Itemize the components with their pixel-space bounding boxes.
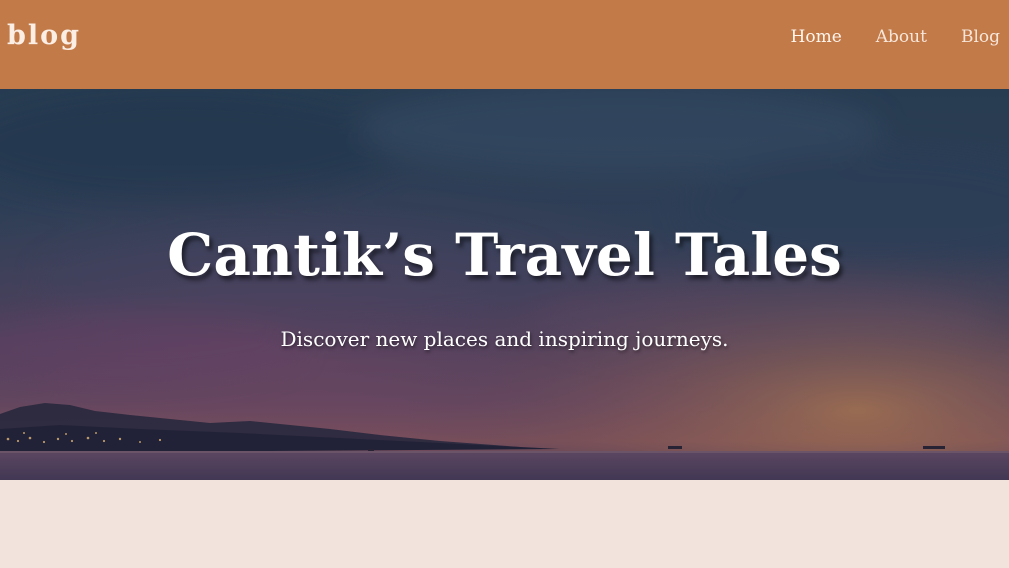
navbar: blog Home About Blog — [0, 0, 1009, 89]
hero-title: Cantik’s Travel Tales — [167, 221, 842, 289]
hero-subtitle: Discover new places and inspiring journe… — [280, 327, 729, 351]
main-nav: Home About Blog — [791, 27, 1000, 47]
hero-banner: Cantik’s Travel Tales Discover new place… — [0, 89, 1009, 480]
page-content-area — [0, 480, 1009, 568]
nav-link-home[interactable]: Home — [791, 27, 842, 47]
site-logo[interactable]: blog — [7, 20, 81, 51]
nav-link-blog[interactable]: Blog — [961, 27, 1000, 47]
nav-link-about[interactable]: About — [876, 27, 927, 47]
